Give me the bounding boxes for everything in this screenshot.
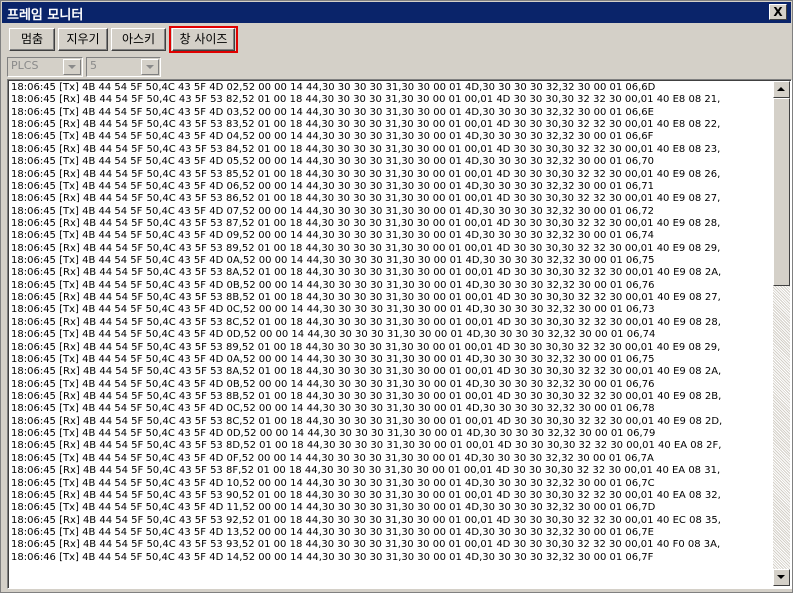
frame-log-list[interactable]: 18:06:45 [Tx] 4B 44 54 5F 50,4C 43 5F 4D… [7,79,792,589]
log-line: 18:06:45 [Rx] 4B 44 54 5F 50,4C 43 5F 53… [11,489,721,501]
window-size-highlight [169,26,238,53]
log-line: 18:06:45 [Tx] 4B 44 54 5F 50,4C 43 5F 4D… [11,180,655,192]
log-line: 18:06:45 [Rx] 4B 44 54 5F 50,4C 43 5F 53… [11,366,722,378]
log-line: 18:06:45 [Tx] 4B 44 54 5F 50,4C 43 5F 4D… [11,353,655,365]
log-line: 18:06:46 [Tx] 4B 44 54 5F 50,4C 43 5F 4D… [11,551,654,563]
station-select-value: 5 [90,59,97,72]
title-bar[interactable]: 프레임 모니터 X [2,2,791,23]
log-line: 18:06:45 [Tx] 4B 44 54 5F 50,4C 43 5F 4D… [11,477,655,489]
log-line: 18:06:45 [Tx] 4B 44 54 5F 50,4C 43 5F 4D… [11,205,655,217]
station-select[interactable]: 5 [86,57,161,77]
close-button[interactable]: X [769,4,787,20]
log-lines: 18:06:45 [Tx] 4B 44 54 5F 50,4C 43 5F 4D… [11,82,771,564]
window-title: 프레임 모니터 [7,8,84,23]
log-line: 18:06:45 [Rx] 4B 44 54 5F 50,4C 43 5F 53… [11,390,722,402]
log-line: 18:06:45 [Rx] 4B 44 54 5F 50,4C 43 5F 53… [11,193,721,205]
protocol-select[interactable]: PLCS [7,57,83,77]
frame-monitor-window: 프레임 모니터 X 멈춤 지우기 아스키 창 사이즈 PLCS 5 18:06:… [0,0,793,593]
log-line: 18:06:45 [Rx] 4B 44 54 5F 50,4C 43 5F 53… [11,119,721,131]
log-line: 18:06:45 [Rx] 4B 44 54 5F 50,4C 43 5F 53… [11,514,721,526]
log-line: 18:06:45 [Rx] 4B 44 54 5F 50,4C 43 5F 53… [11,168,721,180]
log-line: 18:06:45 [Rx] 4B 44 54 5F 50,4C 43 5F 53… [11,242,721,254]
ascii-button[interactable]: 아스키 [111,28,166,51]
log-line: 18:06:45 [Rx] 4B 44 54 5F 50,4C 43 5F 53… [11,94,721,106]
log-line: 18:06:45 [Tx] 4B 44 54 5F 50,4C 43 5F 4D… [11,304,655,316]
scroll-up-button[interactable] [773,81,790,98]
log-line: 18:06:45 [Rx] 4B 44 54 5F 50,4C 43 5F 53… [11,415,723,427]
chevron-down-icon[interactable] [63,59,81,75]
log-line: 18:06:45 [Tx] 4B 44 54 5F 50,4C 43 5F 4D… [11,526,654,538]
pause-button[interactable]: 멈춤 [9,28,55,51]
protocol-select-value: PLCS [11,59,39,72]
log-line: 18:06:45 [Rx] 4B 44 54 5F 50,4C 43 5F 53… [11,440,722,452]
log-line: 18:06:45 [Tx] 4B 44 54 5F 50,4C 43 5F 4D… [11,502,656,514]
chevron-down-icon[interactable] [141,59,159,75]
log-line: 18:06:45 [Rx] 4B 44 54 5F 50,4C 43 5F 53… [11,341,721,353]
log-line: 18:06:45 [Rx] 4B 44 54 5F 50,4C 43 5F 53… [11,267,722,279]
scroll-thumb[interactable] [773,98,790,286]
log-line: 18:06:45 [Tx] 4B 44 54 5F 50,4C 43 5F 4D… [11,428,656,440]
log-line: 18:06:45 [Tx] 4B 44 54 5F 50,4C 43 5F 4D… [11,131,654,143]
log-line: 18:06:45 [Rx] 4B 44 54 5F 50,4C 43 5F 53… [11,217,721,229]
log-line: 18:06:45 [Tx] 4B 44 54 5F 50,4C 43 5F 4D… [11,230,655,242]
log-line: 18:06:45 [Tx] 4B 44 54 5F 50,4C 43 5F 4D… [11,329,656,341]
log-line: 18:06:45 [Rx] 4B 44 54 5F 50,4C 43 5F 53… [11,539,721,551]
log-line: 18:06:45 [Rx] 4B 44 54 5F 50,4C 43 5F 53… [11,143,721,155]
clear-button[interactable]: 지우기 [58,28,108,51]
log-line: 18:06:45 [Tx] 4B 44 54 5F 50,4C 43 5F 4D… [11,255,655,267]
log-line: 18:06:45 [Tx] 4B 44 54 5F 50,4C 43 5F 4D… [11,106,654,118]
log-line: 18:06:45 [Rx] 4B 44 54 5F 50,4C 43 5F 53… [11,465,721,477]
log-line: 18:06:45 [Tx] 4B 44 54 5F 50,4C 43 5F 4D… [11,82,656,93]
log-line: 18:06:45 [Rx] 4B 44 54 5F 50,4C 43 5F 53… [11,316,721,328]
scroll-down-button[interactable] [773,569,790,586]
log-line: 18:06:45 [Tx] 4B 44 54 5F 50,4C 43 5F 4D… [11,279,655,291]
log-line: 18:06:45 [Tx] 4B 44 54 5F 50,4C 43 5F 4D… [11,452,654,464]
log-line: 18:06:45 [Tx] 4B 44 54 5F 50,4C 43 5F 4D… [11,378,655,390]
vertical-scrollbar[interactable] [773,81,790,586]
log-line: 18:06:45 [Tx] 4B 44 54 5F 50,4C 43 5F 4D… [11,403,655,415]
log-line: 18:06:45 [Rx] 4B 44 54 5F 50,4C 43 5F 53… [11,292,721,304]
log-line: 18:06:45 [Tx] 4B 44 54 5F 50,4C 43 5F 4D… [11,156,655,168]
